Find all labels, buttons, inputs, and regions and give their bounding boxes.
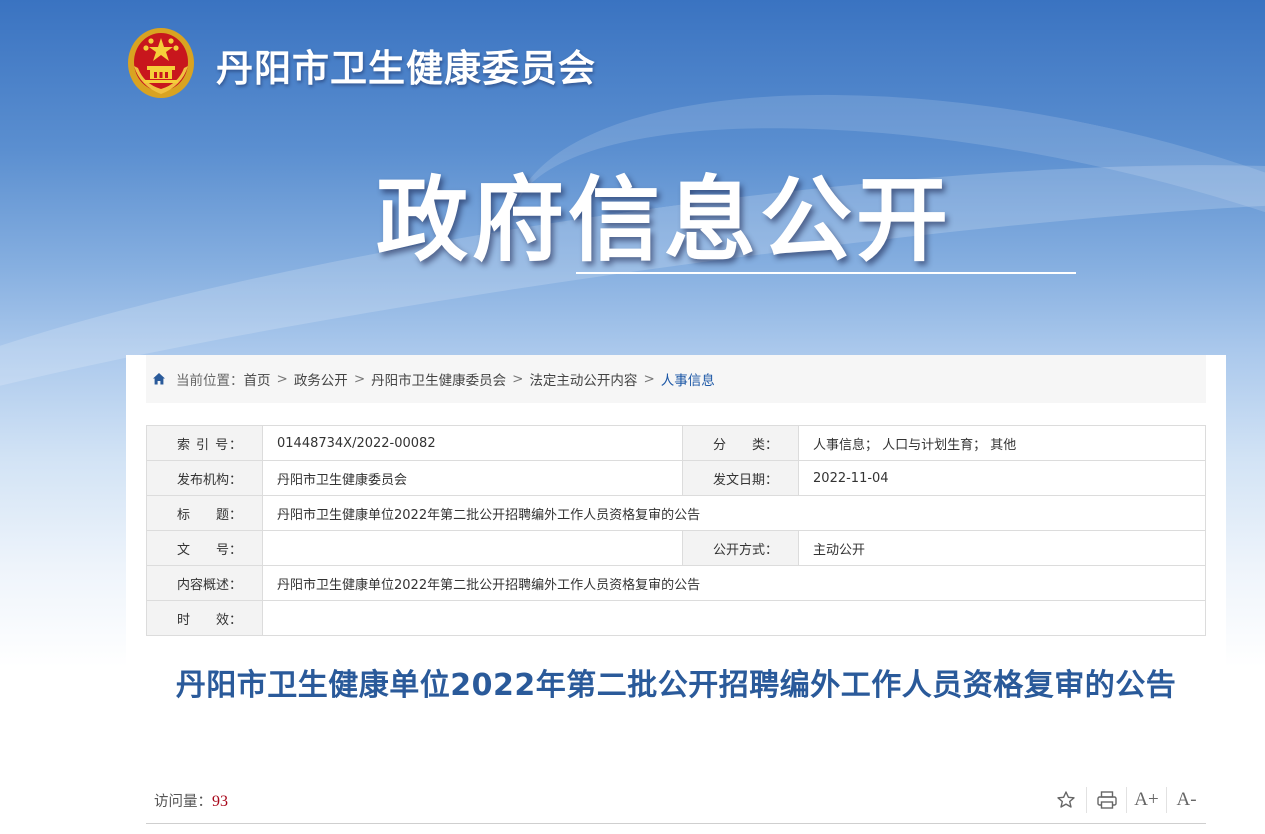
print-icon <box>1096 791 1117 809</box>
method-value: 主动公开 <box>798 530 1206 566</box>
title-label: 标 题： <box>145 495 264 531</box>
table-row: 内容概述： 丹阳市卫生健康单位2022年第二批公开招聘编外工作人员资格复审的公告 <box>145 565 1206 601</box>
article-meta-bar: 访问量：93 A+ A- <box>154 785 1206 815</box>
date-value: 2022-11-04 <box>798 460 1206 496</box>
breadcrumb-item-home[interactable]: 首页 <box>244 369 271 389</box>
font-decrease-button[interactable]: A- <box>1166 787 1206 813</box>
breadcrumb-separator: > <box>353 371 366 387</box>
table-row: 标 题： 丹阳市卫生健康单位2022年第二批公开招聘编外工作人员资格复审的公告 <box>145 495 1206 531</box>
table-row: 发布机构： 丹阳市卫生健康委员会 发文日期： 2022-11-04 <box>145 460 1206 496</box>
summary-value: 丹阳市卫生健康单位2022年第二批公开招聘编外工作人员资格复审的公告 <box>262 565 1206 601</box>
site-title[interactable]: 丹阳市卫生健康委员会 <box>216 38 596 92</box>
title-value: 丹阳市卫生健康单位2022年第二批公开招聘编外工作人员资格复审的公告 <box>262 495 1206 531</box>
title-divider <box>576 272 1076 274</box>
national-emblem-icon[interactable] <box>126 26 196 100</box>
visits-label: 访问量： <box>154 793 212 810</box>
validity-value <box>262 600 1206 636</box>
docno-value <box>262 530 684 566</box>
star-icon <box>1057 791 1075 808</box>
breadcrumb-separator: > <box>643 371 655 387</box>
article-toolbar: A+ A- <box>1046 787 1206 813</box>
category-label: 分 类： <box>682 425 800 461</box>
visit-counter: 访问量：93 <box>154 790 228 811</box>
breadcrumb-item-personnel[interactable]: 人事信息 <box>661 369 715 389</box>
home-icon <box>153 373 165 385</box>
metadata-table: 索 引 号： 01448734X/2022-00082 分 类： 人事信息； 人… <box>145 425 1206 636</box>
visits-count: 93 <box>212 792 228 810</box>
date-label: 发文日期： <box>682 460 800 496</box>
content-divider <box>146 823 1206 824</box>
publisher-label: 发布机构： <box>145 460 264 496</box>
favorite-button[interactable] <box>1046 787 1086 813</box>
breadcrumb: 当前位置： 首页 > 政务公开 > 丹阳市卫生健康委员会 > 法定主动公开内容 … <box>146 355 1206 403</box>
article-title: 丹阳市卫生健康单位2022年第二批公开招聘编外工作人员资格复审的公告 <box>175 668 1177 703</box>
print-button[interactable] <box>1086 787 1126 813</box>
breadcrumb-item-government-affairs[interactable]: 政务公开 <box>294 369 348 389</box>
validity-label: 时 效： <box>145 600 264 636</box>
table-row: 文 号： 公开方式： 主动公开 <box>145 530 1206 566</box>
font-increase-icon: A+ <box>1134 789 1159 810</box>
section-title: 政府信息公开 <box>376 167 953 274</box>
method-label: 公开方式： <box>682 530 800 566</box>
table-row: 索 引 号： 01448734X/2022-00082 分 类： 人事信息； 人… <box>145 425 1206 461</box>
font-decrease-icon: A- <box>1176 789 1197 810</box>
content-panel: 当前位置： 首页 > 政务公开 > 丹阳市卫生健康委员会 > 法定主动公开内容 … <box>126 355 1226 834</box>
breadcrumb-separator: > <box>276 371 288 387</box>
breadcrumb-label: 当前位置： <box>176 373 244 389</box>
font-increase-button[interactable]: A+ <box>1126 787 1166 813</box>
summary-label: 内容概述： <box>145 565 264 601</box>
table-row: 时 效： <box>145 600 1206 636</box>
category-value: 人事信息； 人口与计划生育； 其他 <box>798 425 1206 461</box>
breadcrumb-separator: > <box>512 371 524 387</box>
docno-label: 文 号： <box>145 530 264 566</box>
publisher-value: 丹阳市卫生健康委员会 <box>262 460 684 496</box>
breadcrumb-item-statutory-content[interactable]: 法定主动公开内容 <box>529 369 637 389</box>
index-label: 索 引 号： <box>145 425 264 461</box>
breadcrumb-item-commission[interactable]: 丹阳市卫生健康委员会 <box>371 369 506 389</box>
index-value: 01448734X/2022-00082 <box>262 425 684 461</box>
